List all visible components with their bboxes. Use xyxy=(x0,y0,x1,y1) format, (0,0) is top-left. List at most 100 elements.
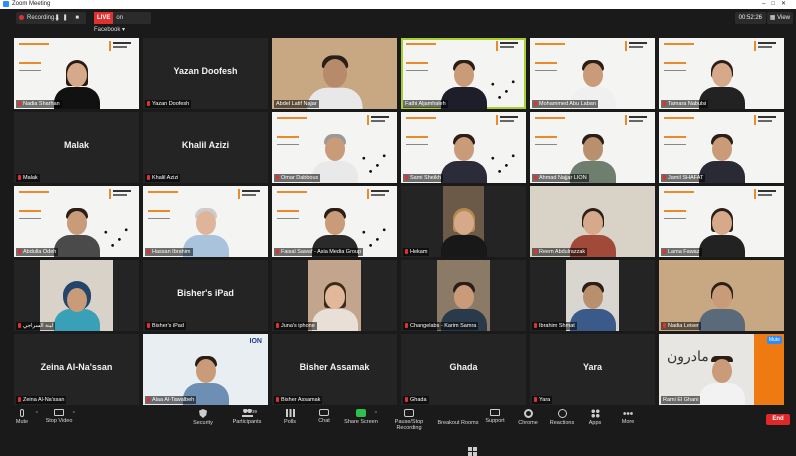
participant-name: Fathi Aljamhaleh xyxy=(403,100,448,108)
participant-video xyxy=(440,131,487,183)
microphone-icon xyxy=(20,409,24,417)
security-button[interactable]: Security xyxy=(181,409,225,426)
participant-tile[interactable]: Sami Sheikh xyxy=(401,112,526,183)
pause-stop-recording-button[interactable]: Pause/Stop Recording xyxy=(384,409,434,431)
participants-count: 39 xyxy=(252,409,258,414)
chevron-up-icon[interactable]: ^ xyxy=(375,411,377,417)
view-button[interactable]: ▦ View xyxy=(766,12,793,24)
participant-video xyxy=(698,279,745,331)
muted-mic-icon xyxy=(534,175,537,180)
participant-tile[interactable]: Mohammed Abu Laban xyxy=(530,38,655,109)
participant-tile[interactable]: Juna's iphone xyxy=(272,260,397,331)
participant-name: Hassan Ibrahim xyxy=(145,248,193,256)
participant-tile[interactable]: Reem Abdulrazzak xyxy=(530,186,655,257)
muted-mic-icon xyxy=(276,397,279,402)
participant-name: Tamara Nabulsi xyxy=(661,100,709,108)
polls-icon xyxy=(285,409,295,417)
support-icon xyxy=(490,409,500,416)
participant-name: Juna's iphone xyxy=(274,322,317,330)
muted-mic-icon xyxy=(147,175,150,180)
participant-tile[interactable]: ION Alaa Al-Tawalbeh xyxy=(143,334,268,405)
participant-display-name: Bisher Assamak xyxy=(299,362,370,372)
event-logo xyxy=(754,189,780,199)
video-camera-icon xyxy=(54,409,64,416)
participant-tile[interactable]: Khalil Azizi Khalil Azizi xyxy=(143,112,268,183)
recording-pause-stop-icon[interactable]: ❚❚ ■ xyxy=(55,12,82,24)
muted-mic-icon xyxy=(147,323,150,328)
muted-mic-icon xyxy=(147,101,150,106)
stop-video-button[interactable]: Stop Video ^ xyxy=(37,409,81,424)
participant-name: Abdulla Odeh xyxy=(16,248,59,256)
participant-tile[interactable]: Bisher's iPad Bisher's iPad xyxy=(143,260,268,331)
recording-indicator[interactable]: Recording... ❚❚ ■ xyxy=(16,12,86,24)
participant-tile[interactable]: Ibrahim Shmat xyxy=(530,260,655,331)
event-logo xyxy=(496,115,522,125)
participant-name: Changelabs - Karim Samra xyxy=(403,322,479,330)
participant-display-name: Yara xyxy=(582,362,603,372)
participant-tile[interactable]: Jamil SHAFAT xyxy=(659,112,784,183)
live-stream-indicator[interactable]: LIVE on Facebook ▾ xyxy=(94,12,151,33)
breakout-rooms-icon xyxy=(467,447,477,456)
window-controls[interactable]: –□✕ xyxy=(762,0,792,9)
participant-display-name: Malak xyxy=(63,140,89,150)
participant-tile[interactable]: Changelabs - Karim Samra xyxy=(401,260,526,331)
end-meeting-button[interactable]: End xyxy=(766,414,790,425)
participant-tile[interactable]: Abdel Latif Najar xyxy=(272,38,397,109)
muted-mic-icon xyxy=(147,249,150,254)
recording-dot-icon xyxy=(19,14,24,20)
participant-tile[interactable]: Faisal Sawaf - Asia Media Group xyxy=(272,186,397,257)
event-logo xyxy=(754,41,780,51)
participant-tile[interactable]: Yazan Doofesh Yazan Doofesh xyxy=(143,38,268,109)
muted-mic-icon xyxy=(147,397,150,402)
participant-name: Lama Fawaz xyxy=(661,248,702,256)
chrome-icon xyxy=(523,409,533,418)
participant-tile[interactable]: Yara Yara xyxy=(530,334,655,405)
participant-name: Jamil SHAFAT xyxy=(661,174,706,182)
muted-mic-icon xyxy=(534,249,537,254)
event-logo xyxy=(625,115,651,125)
participant-name: Reem Abdulrazzak xyxy=(532,248,588,256)
slide-header xyxy=(19,43,49,45)
muted-mic-icon xyxy=(534,101,537,106)
participant-tile[interactable]: Abdulla Odeh xyxy=(14,186,139,257)
participant-name: Ghada xyxy=(403,396,429,404)
participant-name: Yazan Doofesh xyxy=(145,100,192,108)
event-logo xyxy=(625,41,651,51)
brand-wall-graphic xyxy=(754,334,784,405)
participant-video xyxy=(698,131,745,183)
participant-tile[interactable]: Hekam xyxy=(401,186,526,257)
tile-menu-button[interactable]: Mute xyxy=(766,336,782,344)
participant-tile[interactable]: Ghada Ghada xyxy=(401,334,526,405)
participants-button[interactable]: 39 Participants xyxy=(225,409,269,425)
participant-tile[interactable]: Malak Malak xyxy=(14,112,139,183)
chevron-up-icon[interactable]: ^ xyxy=(73,411,75,417)
participant-tile[interactable]: مادرون Mute Rami El Ghani xyxy=(659,334,784,405)
more-dots-icon xyxy=(623,412,633,415)
participant-tile[interactable]: Lama Fawaz xyxy=(659,186,784,257)
participant-display-name: Khalil Azizi xyxy=(181,140,230,150)
muted-mic-icon xyxy=(276,323,279,328)
muted-mic-icon xyxy=(18,175,21,180)
participant-video xyxy=(53,279,100,331)
chat-bubble-icon xyxy=(319,409,329,416)
event-logo xyxy=(109,189,135,199)
more-button[interactable]: More xyxy=(606,409,650,425)
muted-mic-icon xyxy=(663,249,666,254)
participant-tile[interactable]: Ahmad Najjar LION xyxy=(530,112,655,183)
event-logo xyxy=(754,115,780,125)
participant-tile[interactable]: Nadia Sharhan xyxy=(14,38,139,109)
participant-tile[interactable]: لينة السراجي xyxy=(14,260,139,331)
participant-tile-active-speaker[interactable]: Fathi Aljamhaleh xyxy=(401,38,526,109)
participant-tile[interactable]: Nadia Leiser xyxy=(659,260,784,331)
muted-mic-icon xyxy=(18,101,21,106)
participant-display-name: Zeina Al-Na'ssan xyxy=(40,362,113,372)
slide-text xyxy=(19,62,41,71)
participant-name: Sami Sheikh xyxy=(403,174,443,182)
participant-tile[interactable]: Bisher Assamak Bisher Assamak xyxy=(272,334,397,405)
participant-tile[interactable]: Zeina Al-Na'ssan Zeina Al-Na'ssan xyxy=(14,334,139,405)
participant-tile[interactable]: Tamara Nabulsi xyxy=(659,38,784,109)
participant-tile[interactable]: Hassan Ibrahim xyxy=(143,186,268,257)
muted-mic-icon xyxy=(276,175,279,180)
participant-tile[interactable]: Omar Dabbous xyxy=(272,112,397,183)
share-screen-button[interactable]: Share Screen ^ xyxy=(339,409,383,425)
